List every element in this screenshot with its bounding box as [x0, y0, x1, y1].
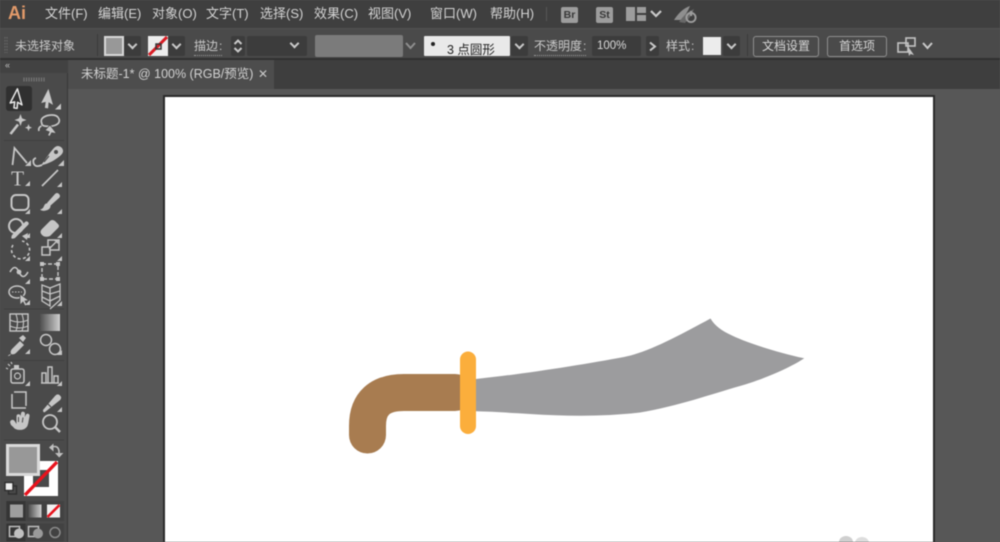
svg-text:T: T — [11, 167, 24, 191]
